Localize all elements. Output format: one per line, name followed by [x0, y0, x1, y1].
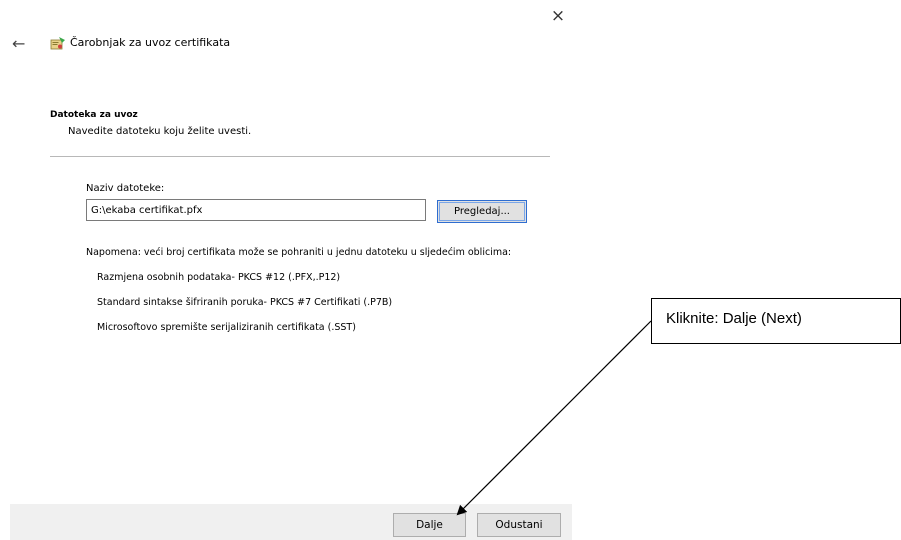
- close-icon[interactable]: ×: [545, 3, 571, 29]
- format-item-pfx: Razmjena osobnih podataka- PKCS #12 (.PF…: [97, 272, 341, 283]
- file-name-label: Naziv datoteke:: [86, 183, 165, 194]
- section-subtitle: Navedite datoteku koju želite uvesti.: [68, 126, 252, 137]
- format-item-sst: Microsoftovo spremište serijaliziranih c…: [97, 322, 356, 333]
- certificate-wizard-icon: [50, 37, 65, 50]
- cancel-button[interactable]: Odustani: [477, 513, 561, 537]
- next-button[interactable]: Dalje: [393, 513, 466, 537]
- format-item-p7b: Standard sintakse šifriranih poruka- PKC…: [97, 297, 393, 308]
- annotation-callout: Kliknite: Dalje (Next): [651, 298, 901, 344]
- certificate-import-wizard: × ← Čarobnjak za uvoz certifikata Datote…: [0, 0, 572, 540]
- back-arrow-icon[interactable]: ←: [12, 34, 25, 53]
- browse-button[interactable]: Pregledaj...: [437, 200, 527, 223]
- section-title: Datoteka za uvoz: [50, 110, 138, 120]
- wizard-title: Čarobnjak za uvoz certifikata: [70, 36, 231, 49]
- file-name-field[interactable]: [86, 199, 426, 221]
- note-text: Napomena: veći broj certifikata može se …: [86, 247, 512, 258]
- divider: [50, 156, 550, 157]
